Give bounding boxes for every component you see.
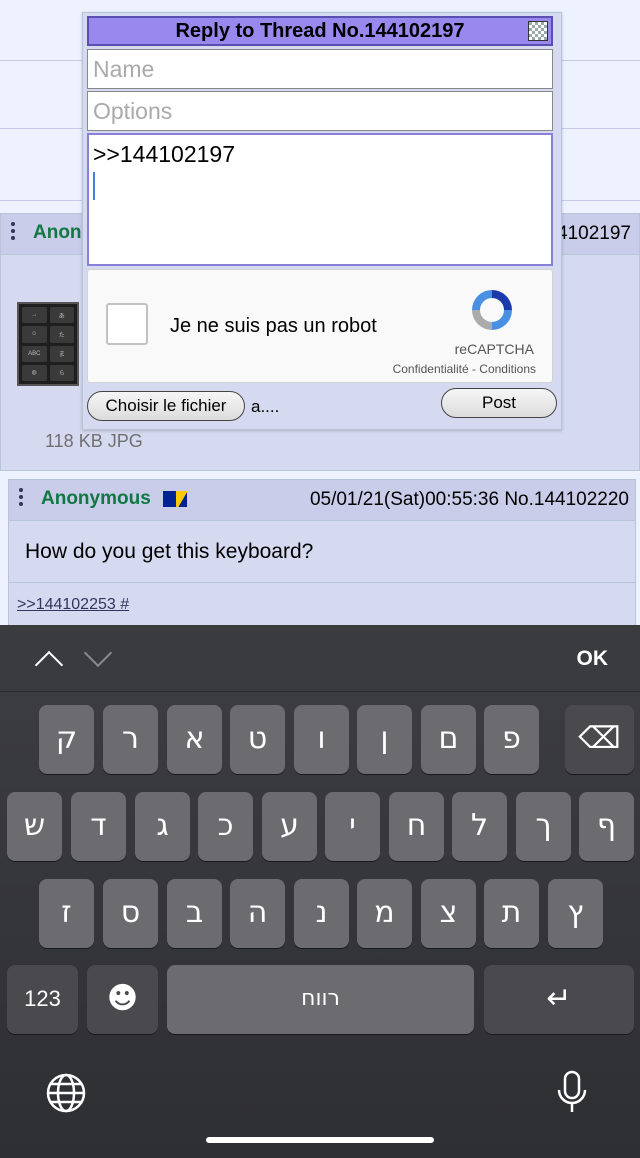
key[interactable]: א (167, 705, 222, 774)
key[interactable]: ח (389, 792, 444, 861)
key[interactable]: צ (421, 879, 476, 948)
key[interactable]: ך (516, 792, 571, 861)
thumb-key: ま (49, 345, 74, 362)
key[interactable]: ד (71, 792, 126, 861)
thumb-key: あ (49, 307, 74, 324)
key[interactable]: מ (357, 879, 412, 948)
dialog-title: Reply to Thread No.144102197 (175, 20, 465, 42)
post-text: How do you get this keyboard? (25, 540, 314, 563)
key[interactable]: ט (230, 705, 285, 774)
key[interactable]: ק (39, 705, 94, 774)
name-field[interactable]: Name (87, 49, 553, 89)
ok-button[interactable]: OK (577, 647, 609, 671)
key[interactable]: ף (579, 792, 634, 861)
return-icon[interactable]: ↵ (484, 965, 634, 1034)
key[interactable]: ש (7, 792, 62, 861)
keyboard-toolbar: OK (0, 625, 640, 692)
comment-textarea[interactable]: >>144102197 (87, 133, 553, 266)
poster-name: Anon (33, 222, 82, 243)
chevron-down-icon[interactable] (83, 638, 113, 668)
choose-file-button[interactable]: Choisir le fichier (87, 391, 245, 421)
key[interactable]: ע (262, 792, 317, 861)
numbers-key[interactable]: 123 (7, 965, 78, 1034)
post-meta: 05/01/21(Sat)00:55:36 No.144102220 (309, 489, 629, 510)
thumb-key: ◍ (22, 364, 47, 381)
text-caret (93, 172, 95, 200)
recaptcha-links[interactable]: Confidentialité - Conditions (393, 362, 536, 376)
file-name: a.... (251, 397, 280, 416)
space-key[interactable]: רווח (167, 965, 474, 1034)
post-menu-icon[interactable] (11, 222, 15, 243)
key[interactable]: ן (357, 705, 412, 774)
recaptcha-brand: reCAPTCHA (454, 341, 534, 357)
captcha-checkbox[interactable] (106, 303, 148, 345)
backlink[interactable]: >>144102253 # (17, 596, 129, 614)
reply-post: Anonymous 05/01/21(Sat)00:55:36 No.14410… (8, 479, 636, 627)
key[interactable]: ס (103, 879, 158, 948)
options-field[interactable]: Options (87, 91, 553, 131)
post-thumbnail[interactable]: → あ ☺ た ABC ま ◍ ら (17, 302, 79, 386)
key[interactable]: ו (294, 705, 349, 774)
post-number: 4102197 (557, 223, 631, 244)
divider (9, 582, 635, 583)
thumb-key: た (49, 326, 74, 343)
key[interactable]: ה (230, 879, 285, 948)
thumb-key: ☺ (22, 326, 47, 343)
key[interactable]: נ (294, 879, 349, 948)
key[interactable]: י (325, 792, 380, 861)
recaptcha-widget: Je ne suis pas un robot reCAPTCHA Confid… (87, 269, 553, 383)
post-header: Anonymous 05/01/21(Sat)00:55:36 No.14410… (9, 480, 635, 521)
recaptcha-logo-icon (472, 290, 512, 330)
thumb-key: → (22, 307, 47, 324)
post-button[interactable]: Post (441, 388, 557, 418)
key[interactable]: ג (135, 792, 190, 861)
key[interactable]: כ (198, 792, 253, 861)
dialog-title-bar[interactable]: Reply to Thread No.144102197 (87, 16, 553, 46)
reply-dialog: Reply to Thread No.144102197 Name Option… (82, 12, 562, 430)
globe-icon[interactable] (46, 1073, 86, 1113)
post-menu-icon[interactable] (19, 488, 23, 509)
key[interactable]: ל (452, 792, 507, 861)
country-flag-icon (163, 491, 187, 507)
key[interactable]: ץ (548, 879, 603, 948)
microphone-icon[interactable] (555, 1070, 589, 1116)
file-info: 118 KB JPG (45, 431, 143, 451)
key[interactable]: ם (421, 705, 476, 774)
comment-text: >>144102197 (93, 141, 235, 167)
key[interactable]: פ (484, 705, 539, 774)
key[interactable]: ת (484, 879, 539, 948)
key[interactable]: ר (103, 705, 158, 774)
key[interactable]: ז (39, 879, 94, 948)
thumb-key: ABC (22, 345, 47, 362)
backspace-icon[interactable]: ⌫ (565, 705, 634, 774)
key[interactable]: ב (167, 879, 222, 948)
home-indicator[interactable] (206, 1137, 434, 1143)
poster-name: Anonymous (41, 488, 151, 509)
chevron-up-icon[interactable] (34, 650, 64, 680)
close-icon[interactable] (528, 21, 548, 41)
emoji-icon[interactable]: ☻ (87, 965, 158, 1034)
captcha-label: Je ne suis pas un robot (170, 315, 377, 337)
thumb-key: ら (49, 364, 74, 381)
